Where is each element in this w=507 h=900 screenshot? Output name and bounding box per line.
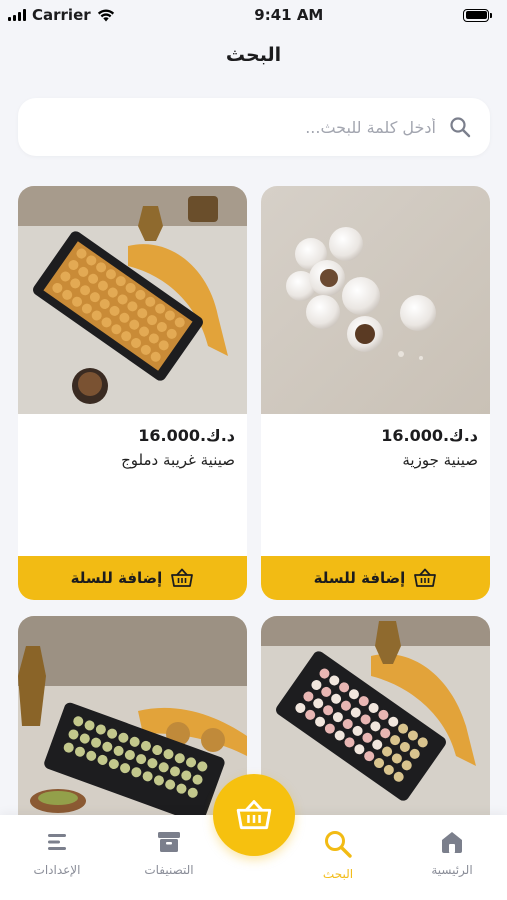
nav-label-settings: الإعدادات: [33, 863, 81, 877]
search-icon: [325, 831, 352, 858]
product-image[interactable]: [261, 186, 490, 414]
add-to-cart-button[interactable]: إضافة للسلة: [18, 556, 247, 600]
product-image[interactable]: [261, 616, 490, 844]
nav-item-settings[interactable]: الإعدادات: [12, 829, 102, 877]
status-bar: Carrier 9:41 AM: [0, 0, 507, 30]
search-icon[interactable]: [448, 115, 472, 139]
basket-icon: [171, 568, 194, 587]
product-card[interactable]: د.ك.16.000 صينية جوزية إضافة للسلة: [261, 186, 490, 600]
add-to-cart-label: إضافة للسلة: [70, 569, 163, 587]
wifi-icon: [97, 8, 114, 21]
signal-icon: [8, 9, 26, 21]
nav-item-home[interactable]: الرئيسية: [407, 829, 497, 877]
status-left: Carrier: [8, 6, 115, 24]
carrier-label: Carrier: [32, 6, 91, 24]
nav-label-search: البحث: [322, 867, 354, 881]
product-name: صينية جوزية: [402, 451, 478, 469]
battery-icon: [463, 8, 492, 22]
product-name: صينية غريبة دملوج: [121, 451, 235, 469]
add-to-cart-button[interactable]: إضافة للسلة: [261, 556, 490, 600]
product-card[interactable]: [261, 616, 490, 844]
nav-item-search[interactable]: البحث: [293, 829, 383, 881]
add-to-cart-label: إضافة للسلة: [313, 569, 406, 587]
settings-icon: [48, 834, 66, 850]
product-image[interactable]: [18, 186, 247, 414]
product-price: د.ك.16.000: [381, 426, 478, 445]
nav-label-categories: التصنيفات: [144, 863, 194, 877]
page-title: البحث: [225, 44, 282, 66]
nav-label-home: الرئيسية: [431, 863, 473, 877]
search-bar[interactable]: [18, 98, 490, 156]
basket-icon: [236, 800, 272, 830]
cart-button[interactable]: [213, 774, 295, 856]
nav-item-categories[interactable]: التصنيفات: [124, 829, 214, 877]
product-price: د.ك.16.000: [138, 426, 235, 445]
categories-icon: [158, 832, 180, 852]
product-card[interactable]: د.ك.16.000 صينية غريبة دملوج إضافة للسلة: [18, 186, 247, 600]
basket-icon: [414, 568, 437, 587]
status-time: 9:41 AM: [254, 6, 324, 24]
search-input[interactable]: [56, 117, 436, 137]
home-icon: [442, 832, 462, 853]
